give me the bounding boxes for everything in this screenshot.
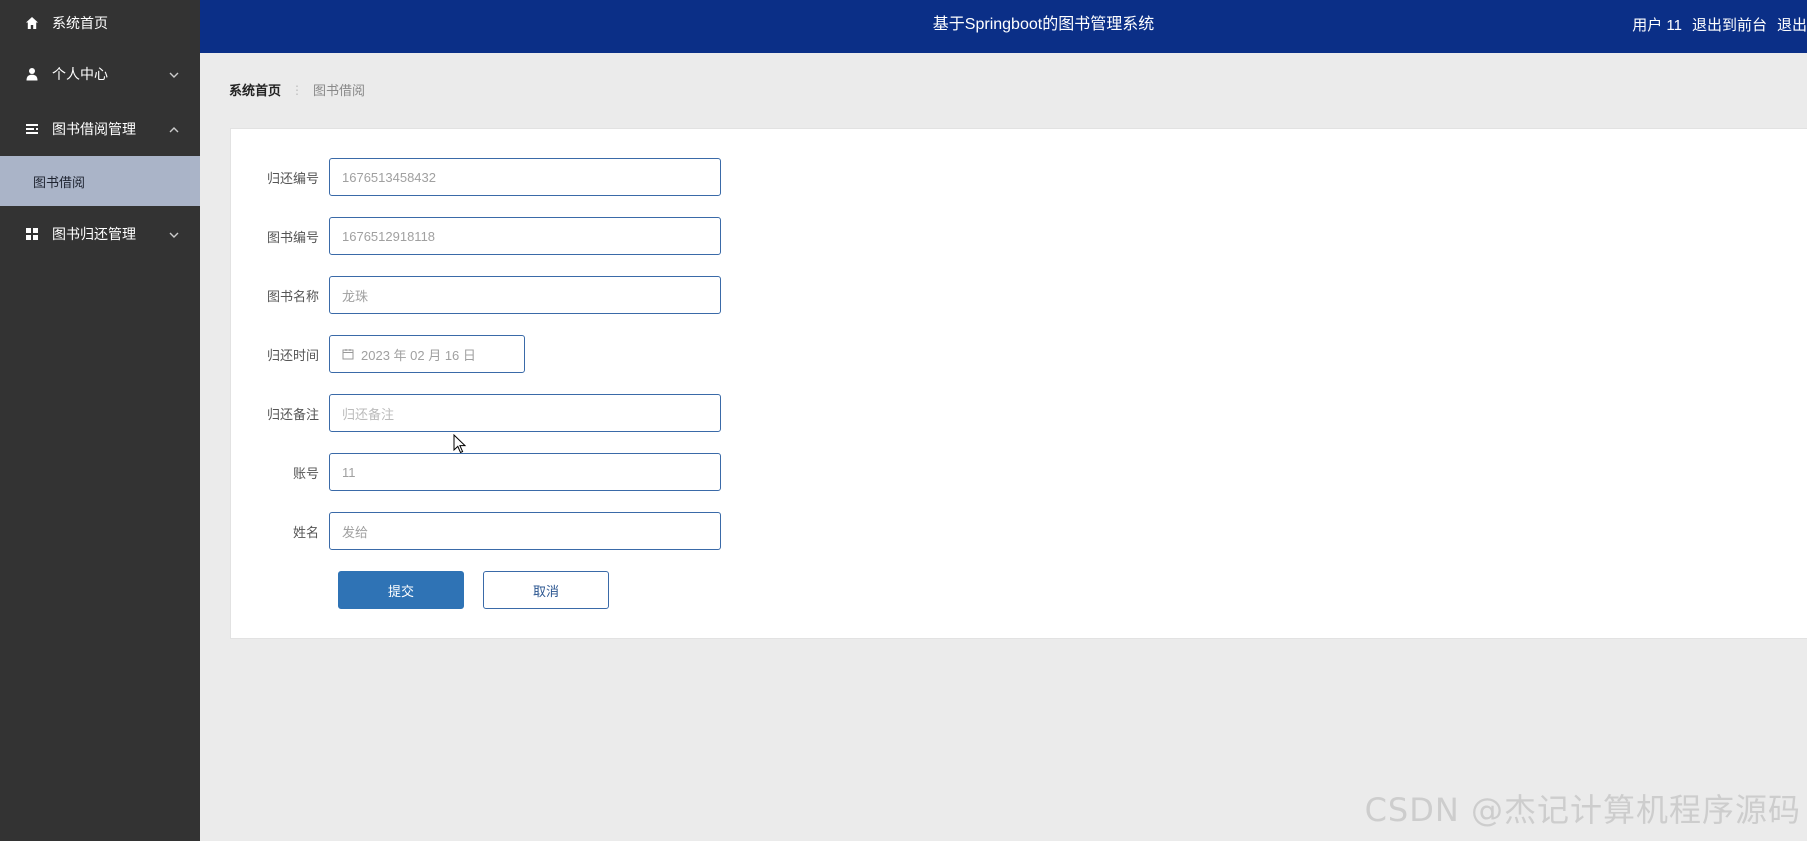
field-label: 姓名 [292, 524, 319, 540]
grid-icon [24, 226, 40, 242]
return-id-input[interactable]: 1676513458432 [329, 158, 721, 196]
list-icon [24, 121, 40, 137]
current-user: 用户 11 [1632, 17, 1682, 34]
form-row-return-id: 归还编号 1676513458432 [231, 158, 721, 196]
chevron-up-icon [168, 123, 180, 135]
app-title: 基于Springboot的图书管理系统 [932, 16, 1155, 33]
return-date-picker[interactable]: 2023 年 02 月 16 日 [329, 335, 525, 373]
form-row-book-name: 图书名称 龙珠 [231, 276, 721, 314]
form-row-return-note: 归还备注 归还备注 [231, 394, 721, 432]
account-input[interactable]: 11 [329, 453, 721, 491]
sidebar-item-label: 图书借阅管理 [52, 120, 136, 137]
sidebar: 系统首页 个人中心 图书借阅管理 图书借阅 图书归还管理 [0, 0, 200, 841]
field-label: 归还备注 [266, 406, 319, 422]
breadcrumb-home[interactable]: 系统首页 [229, 80, 281, 99]
home-icon [24, 15, 40, 31]
form-card: 归还编号 1676513458432 图书编号 1676512918118 图书… [230, 128, 1807, 639]
field-label: 归还时间 [266, 347, 319, 363]
submit-button[interactable]: 提交 [338, 571, 464, 609]
breadcrumb-current: 图书借阅 [313, 83, 366, 98]
chevron-down-icon [168, 228, 180, 240]
cancel-button[interactable]: 取消 [483, 571, 609, 609]
breadcrumb: 系统首页 ⋮ 图书借阅 [229, 80, 365, 99]
form-row-account: 账号 11 [231, 453, 721, 491]
watermark: CSDN @杰记计算机程序源码 [1364, 791, 1801, 829]
return-date-value: 2023 年 02 月 16 日 [361, 347, 476, 363]
logout-link[interactable]: 退出 [1777, 14, 1807, 35]
field-label: 归还编号 [266, 170, 319, 186]
sidebar-item-home[interactable]: 系统首页 [0, 0, 200, 46]
sidebar-item-label: 个人中心 [52, 65, 108, 82]
book-id-input[interactable]: 1676512918118 [329, 217, 721, 255]
sidebar-subitem-book-borrow[interactable]: 图书借阅 [0, 156, 200, 206]
chevron-down-icon [168, 68, 180, 80]
sidebar-subitem-label: 图书借阅 [33, 174, 86, 190]
calendar-icon [342, 348, 354, 360]
header-user-area: 用户 11 退出到前台 退出 [1622, 0, 1807, 49]
form-row-return-time: 归还时间 2023 年 02 月 16 日 [231, 335, 525, 373]
sidebar-item-borrow-management[interactable]: 图书借阅管理 [0, 101, 200, 156]
book-name-input[interactable]: 龙珠 [329, 276, 721, 314]
name-input[interactable]: 发给 [329, 512, 721, 550]
field-label: 图书名称 [266, 288, 319, 304]
sidebar-item-return-management[interactable]: 图书归还管理 [0, 206, 200, 261]
sidebar-item-personal-center[interactable]: 个人中心 [0, 46, 200, 101]
sidebar-item-label: 图书归还管理 [52, 225, 136, 242]
user-icon [24, 66, 40, 82]
form-row-name: 姓名 发给 [231, 512, 721, 550]
sidebar-item-label: 系统首页 [52, 15, 108, 31]
field-label: 账号 [292, 465, 319, 481]
breadcrumb-separator-icon: ⋮ [291, 82, 304, 97]
back-to-front-link[interactable]: 退出到前台 [1692, 14, 1767, 35]
top-header: 基于Springboot的图书管理系统 用户 11 退出到前台 退出 [200, 0, 1807, 53]
mouse-cursor-icon [453, 433, 467, 459]
return-note-input[interactable]: 归还备注 [329, 394, 721, 432]
form-row-book-id: 图书编号 1676512918118 [231, 217, 721, 255]
field-label: 图书编号 [266, 229, 319, 245]
